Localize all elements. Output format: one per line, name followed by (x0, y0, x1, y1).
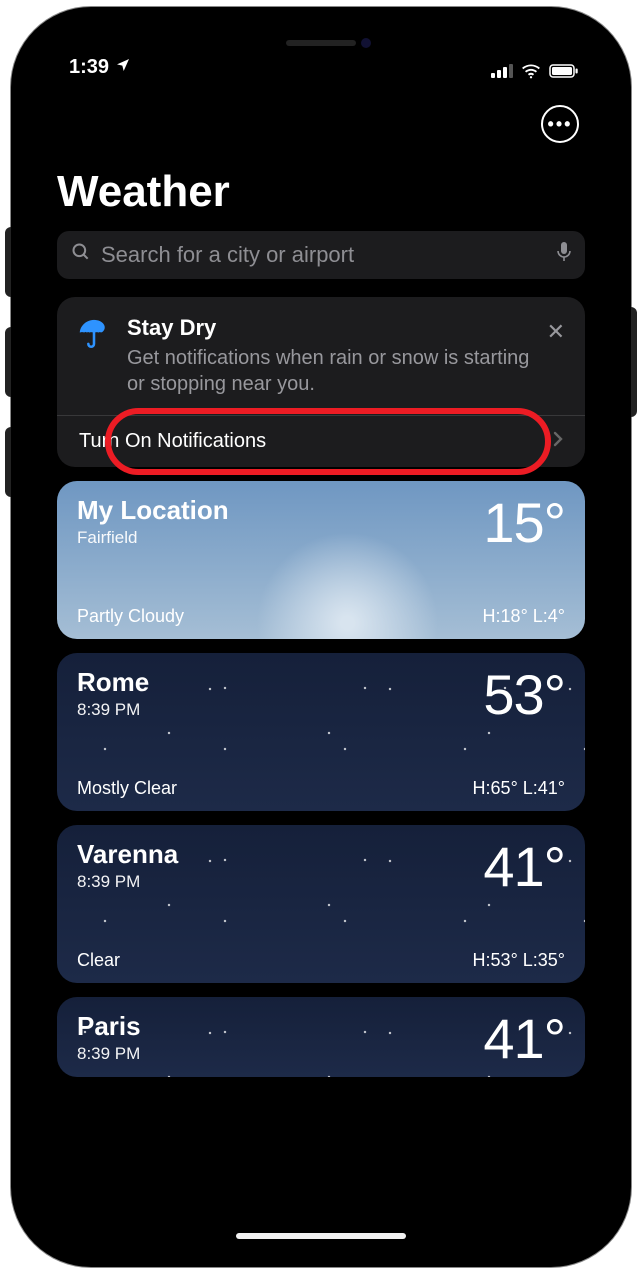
battery-icon (549, 64, 579, 78)
city-name: My Location (77, 495, 229, 526)
city-hilow: H:18° L:4° (483, 606, 565, 627)
city-name: Rome (77, 667, 149, 698)
city-list: My LocationFairfield 15° Partly Cloudy H:18… (29, 467, 613, 1077)
notif-body: Get notifications when rain or snow is s… (127, 345, 541, 397)
phone-frame: 1:39 ••• Weather (11, 7, 631, 1267)
more-options-button[interactable]: ••• (541, 105, 579, 143)
city-name: Varenna (77, 839, 178, 870)
page-title: Weather (57, 167, 585, 231)
status-time: 1:39 (69, 56, 109, 79)
city-hilow: H:53° L:35° (473, 950, 565, 971)
city-subtitle: 8:39 PM (77, 872, 178, 892)
umbrella-icon (77, 315, 111, 397)
city-condition: Mostly Clear (77, 778, 177, 799)
city-subtitle: 8:39 PM (77, 700, 149, 720)
cellular-signal-icon (491, 64, 513, 78)
city-temp: 15° (483, 495, 565, 551)
mic-icon[interactable] (557, 242, 571, 268)
city-subtitle: Fairfield (77, 528, 229, 548)
notch (201, 25, 441, 61)
turn-on-notifications-button[interactable]: Turn On Notifications (57, 415, 585, 467)
chevron-right-icon (553, 430, 563, 453)
city-tile[interactable]: Rome8:39 PM 53° Mostly Clear H:65° L:41° (57, 653, 585, 811)
home-indicator[interactable] (236, 1233, 406, 1239)
location-services-icon (115, 57, 131, 78)
search-bar[interactable] (57, 231, 585, 279)
city-tile[interactable]: My LocationFairfield 15° Partly Cloudy H:18… (57, 481, 585, 639)
stay-dry-card: Stay Dry Get notifications when rain or … (57, 297, 585, 467)
city-temp: 41° (483, 1011, 565, 1067)
wifi-icon (521, 63, 541, 79)
city-condition: Clear (77, 950, 120, 971)
close-icon[interactable]: ✕ (543, 315, 569, 349)
city-name: Paris (77, 1011, 141, 1042)
search-icon (71, 242, 91, 268)
city-tile[interactable]: Paris8:39 PM 41° (57, 997, 585, 1077)
search-input[interactable] (101, 242, 547, 268)
city-subtitle: 8:39 PM (77, 1044, 141, 1064)
city-tile[interactable]: Varenna8:39 PM 41° Clear H:53° L:35° (57, 825, 585, 983)
screen: 1:39 ••• Weather (29, 25, 613, 1249)
city-hilow: H:65° L:41° (473, 778, 565, 799)
city-temp: 41° (483, 839, 565, 895)
city-condition: Partly Cloudy (77, 606, 184, 627)
notif-action-label: Turn On Notifications (79, 430, 266, 453)
city-temp: 53° (483, 667, 565, 723)
notif-title: Stay Dry (127, 315, 541, 341)
